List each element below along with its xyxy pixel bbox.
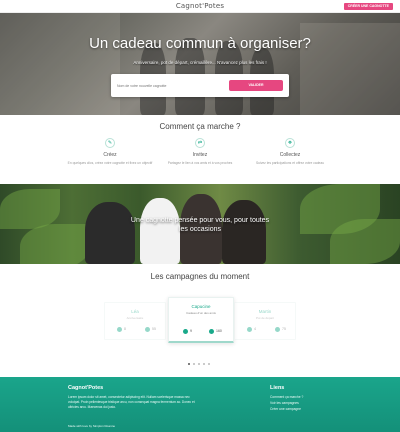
- site-footer: Cagnot'Potes Lorem ipsum dolor sit amet,…: [0, 377, 400, 432]
- foliage: [330, 219, 400, 264]
- step-description: Suivez les participations et offrez votr…: [255, 161, 325, 165]
- euro-icon: [145, 327, 150, 332]
- share-icon: ⇄: [195, 138, 205, 148]
- pager-dot[interactable]: [193, 363, 195, 365]
- participants-icon: [183, 329, 188, 334]
- friends-photo-band: Une cagnotte pensée pour vous, pour tout…: [0, 184, 400, 264]
- participants-count: 4: [254, 327, 256, 331]
- step-collect: ❖ Collectez Suivez les participations et…: [230, 138, 350, 166]
- pager-dot[interactable]: [208, 363, 210, 365]
- campaign-occasion: Pot de départ: [255, 316, 274, 320]
- amount-collected: 75: [282, 327, 286, 331]
- top-navbar: Cagnot'Potes CRÉER UNE CAGNOTTE: [0, 0, 400, 13]
- validate-button[interactable]: VALIDER: [229, 80, 283, 91]
- campaign-name-input[interactable]: [117, 81, 225, 90]
- footer-link-campaigns[interactable]: Voir les campagnes: [270, 401, 299, 405]
- participants-count: 9: [190, 329, 192, 333]
- euro-icon: [275, 327, 280, 332]
- foliage: [20, 224, 90, 264]
- hero-subtitle: Anniversaire, pot de départ, crémaillère…: [133, 60, 267, 65]
- hero-title: Un cadeau commun à organiser?: [89, 35, 311, 52]
- campaign-name: Léa: [131, 309, 139, 314]
- pager-dot[interactable]: [188, 363, 190, 365]
- amount-collected: 55: [152, 327, 156, 331]
- foliage: [0, 189, 60, 229]
- campaign-card[interactable]: Martin Pot de départ 4 75: [234, 302, 296, 340]
- footer-link-how[interactable]: Comment ça marche ?: [270, 395, 303, 399]
- photo-person: [85, 202, 135, 264]
- footer-brand: Cagnot'Potes: [68, 385, 104, 391]
- campaign-occasion: Anniversaire: [126, 316, 144, 320]
- euro-icon: [209, 329, 214, 334]
- campaign-name-form: VALIDER: [111, 74, 289, 97]
- participants-icon: [117, 327, 122, 332]
- campaign-stats: 4 75: [235, 327, 295, 332]
- step-title: Collectez: [279, 152, 301, 158]
- footer-links-title: Liens: [270, 385, 285, 391]
- campaign-stats: 8 55: [105, 327, 165, 332]
- campaign-occasion: Cadeau d'un des amis: [186, 311, 216, 315]
- campaign-card[interactable]: Capucine Cadeau d'un des amis 9 160: [168, 297, 234, 343]
- footer-description: Lorem ipsum dolor sit amet, consectetur …: [68, 395, 195, 410]
- pencil-icon: ✎: [105, 138, 115, 148]
- pager-dot[interactable]: [198, 363, 200, 365]
- campaign-name: Martin: [258, 309, 272, 314]
- participants-icon: [247, 327, 252, 332]
- amount-collected: 160: [216, 329, 222, 333]
- create-campaign-button[interactable]: CRÉER UNE CAGNOTTE: [343, 3, 393, 10]
- band-tagline: Une cagnotte pensée pour vous, pour tout…: [130, 217, 270, 233]
- campaign-stats: 9 160: [169, 329, 233, 334]
- campaigns-title: Les campagnes du moment: [150, 272, 250, 281]
- footer-link-create[interactable]: Créer une campagne: [270, 407, 301, 411]
- carousel-pager: [188, 363, 214, 366]
- gift-icon: ❖: [285, 138, 295, 148]
- footer-credits: Made with love by Simplon Roanne: [68, 424, 116, 428]
- campaign-name: Capucine: [191, 304, 211, 309]
- pager-dot[interactable]: [203, 363, 205, 365]
- hero-section: Un cadeau commun à organiser? Anniversai…: [0, 13, 400, 115]
- how-it-works-title: Comment ça marche ?: [159, 122, 241, 131]
- campaign-card[interactable]: Léa Anniversaire 8 55: [104, 302, 166, 340]
- site-logo[interactable]: Cagnot'Potes: [0, 2, 400, 10]
- participants-count: 8: [124, 327, 126, 331]
